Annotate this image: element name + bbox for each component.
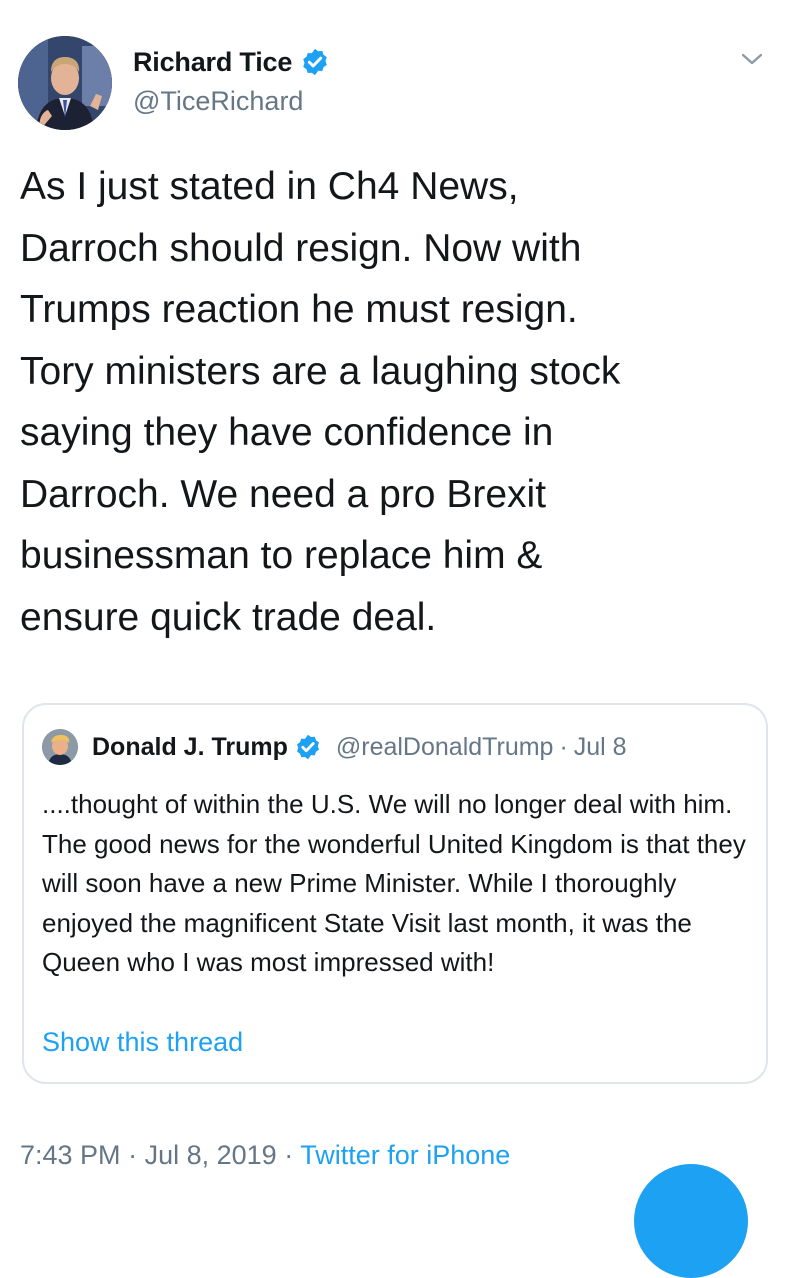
author-name-row: Richard Tice [133,44,330,80]
author-handle[interactable]: @TiceRichard [133,86,303,117]
tweet-source-link[interactable]: Twitter for iPhone [300,1140,510,1170]
tweet-time[interactable]: 7:43 PM [20,1140,121,1170]
show-thread-link[interactable]: Show this thread [42,1027,243,1058]
chevron-down-icon[interactable] [737,44,767,74]
author-avatar[interactable] [18,36,112,130]
quoted-verified-badge-icon [294,733,322,761]
quoted-author-name[interactable]: Donald J. Trump [92,733,288,762]
quoted-date[interactable]: Jul 8 [574,733,627,762]
tweet-meta: 7:43 PM · Jul 8, 2019 · Twitter for iPho… [20,1140,510,1171]
tweet: Richard Tice @TiceRichard As I just stat… [0,0,791,1278]
quoted-author-avatar [42,729,78,765]
quoted-tweet-text: ....thought of within the U.S. We will n… [42,789,746,977]
tweet-date[interactable]: Jul 8, 2019 [145,1140,277,1170]
compose-tweet-button[interactable] [634,1164,748,1278]
quoted-author-handle[interactable]: @realDonaldTrump [336,733,554,762]
author-name[interactable]: Richard Tice [133,47,292,78]
quoted-separator: · [559,732,568,761]
verified-badge-icon [300,47,330,77]
meta-separator: · [284,1140,294,1170]
quoted-tweet-header: Donald J. Trump @realDonaldTrump · Jul 8 [42,729,627,765]
avatar-photo [18,36,112,130]
meta-separator: · [128,1140,138,1170]
quoted-tweet-card[interactable]: Donald J. Trump @realDonaldTrump · Jul 8… [22,703,768,1084]
tweet-text: As I just stated in Ch4 News, Darroch sh… [20,165,621,639]
